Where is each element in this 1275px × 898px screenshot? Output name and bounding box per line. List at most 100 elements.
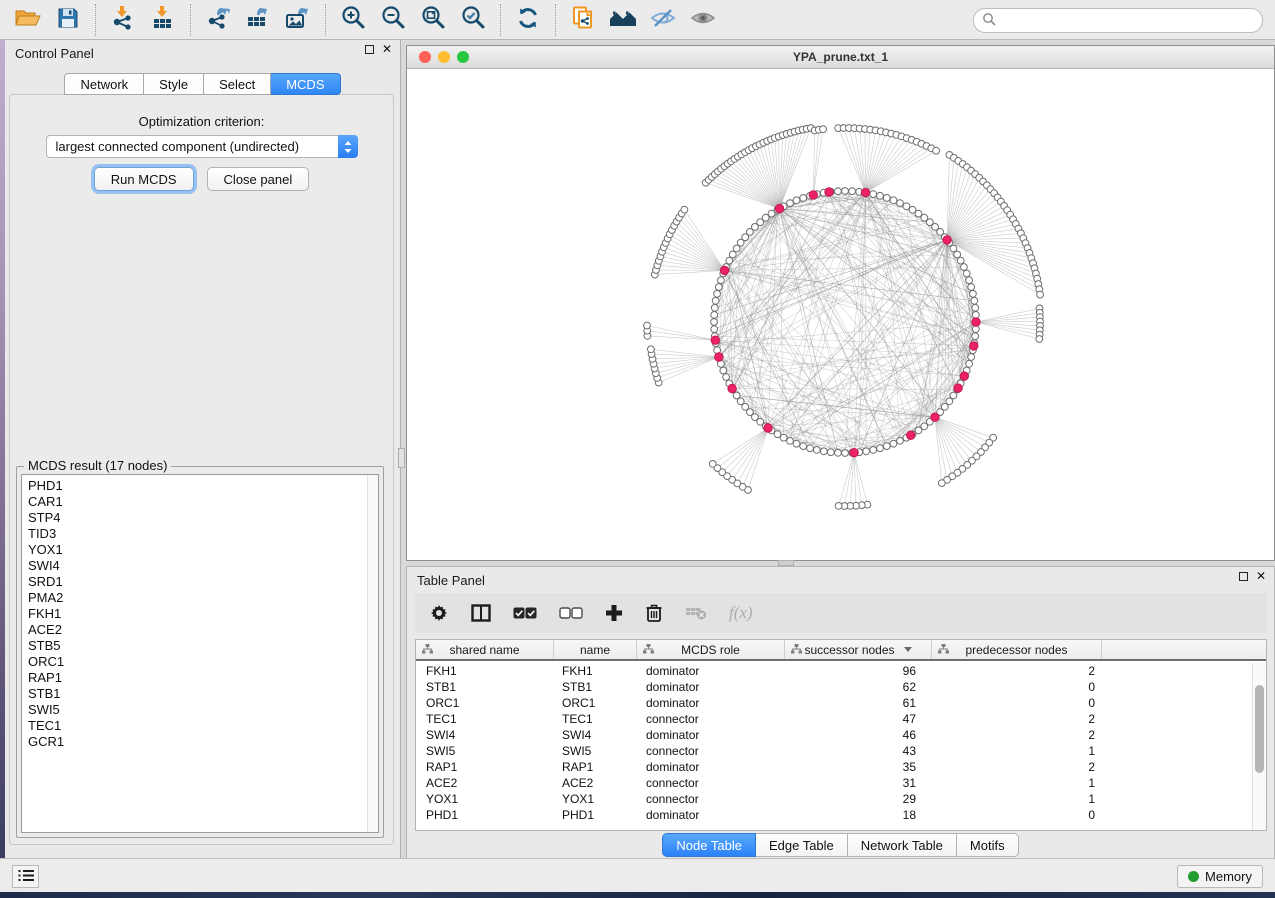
- settings-gear-icon[interactable]: [429, 603, 449, 623]
- column-header-successor-nodes[interactable]: successor nodes: [785, 640, 932, 659]
- scrollbar-thumb[interactable]: [1255, 685, 1264, 773]
- mcds-result-item[interactable]: PHD1: [28, 478, 378, 494]
- memory-button[interactable]: Memory: [1177, 865, 1263, 888]
- save-button[interactable]: [50, 3, 86, 37]
- table-row[interactable]: ACE2 ACE2 connector 31 1: [416, 775, 1252, 791]
- mcds-list-scrollbar[interactable]: [367, 475, 378, 832]
- table-row[interactable]: TEC1 TEC1 connector 47 2: [416, 711, 1252, 727]
- export-table-icon: [245, 5, 271, 34]
- status-bar: Memory: [0, 858, 1275, 892]
- table-panel: Table Panel ✕ f(x) shared name name MCDS…: [406, 566, 1275, 858]
- close-panel-icon[interactable]: ✕: [382, 45, 392, 54]
- show-all-button[interactable]: [685, 3, 721, 37]
- mcds-result-list[interactable]: PHD1CAR1STP4TID3YOX1SWI4SRD1PMA2FKH1ACE2…: [21, 474, 379, 833]
- task-history-button[interactable]: [12, 865, 39, 888]
- network-window-titlebar[interactable]: YPA_prune.txt_1: [407, 46, 1274, 69]
- mcds-result-item[interactable]: GCR1: [28, 734, 378, 750]
- zoom-fit-button[interactable]: [415, 3, 451, 37]
- mcds-result-item[interactable]: SWI4: [28, 558, 378, 574]
- clone-network-button[interactable]: [565, 3, 601, 37]
- window-close-icon[interactable]: [419, 51, 431, 63]
- sort-descending-icon: [904, 647, 912, 652]
- tab-motifs[interactable]: Motifs: [957, 833, 1019, 857]
- tab-mcds[interactable]: MCDS: [271, 73, 340, 95]
- control-panel-titlebar: Control Panel ✕: [5, 40, 400, 66]
- mcds-result-item[interactable]: STB1: [28, 686, 378, 702]
- tab-node-table[interactable]: Node Table: [662, 833, 756, 857]
- import-network-button[interactable]: [105, 3, 141, 37]
- open-file-button[interactable]: [10, 3, 46, 37]
- search-input[interactable]: [997, 14, 1262, 28]
- tab-network[interactable]: Network: [64, 73, 144, 95]
- table-row[interactable]: RAP1 RAP1 dominator 35 2: [416, 759, 1252, 775]
- mcds-result-item[interactable]: RAP1: [28, 670, 378, 686]
- deselect-all-checkboxes-icon[interactable]: [559, 607, 583, 619]
- export-image-button[interactable]: [280, 3, 316, 37]
- export-network-icon: [205, 5, 231, 34]
- toolbar-separator: [190, 4, 191, 36]
- column-header-name[interactable]: name: [554, 640, 637, 659]
- close-panel-icon[interactable]: ✕: [1256, 572, 1266, 581]
- optimization-criterion-select[interactable]: largest connected component (undirected): [46, 135, 358, 158]
- mcds-result-item[interactable]: FKH1: [28, 606, 378, 622]
- mcds-result-item[interactable]: TID3: [28, 526, 378, 542]
- export-table-button[interactable]: [240, 3, 276, 37]
- mcds-result-item[interactable]: STP4: [28, 510, 378, 526]
- zoom-out-button[interactable]: [375, 3, 411, 37]
- table-row[interactable]: PHD1 PHD1 dominator 18 0: [416, 807, 1252, 823]
- vertical-splitter-handle[interactable]: [398, 448, 405, 468]
- sitemap-icon: [422, 643, 433, 657]
- select-all-checkboxes-icon[interactable]: [513, 607, 537, 619]
- memory-label: Memory: [1205, 869, 1252, 884]
- import-table-icon: [150, 5, 176, 34]
- tab-network-table[interactable]: Network Table: [848, 833, 957, 857]
- network-view-window: YPA_prune.txt_1: [406, 45, 1275, 561]
- column-header-mcds-role[interactable]: MCDS role: [637, 640, 785, 659]
- tab-select[interactable]: Select: [204, 73, 271, 95]
- float-panel-icon[interactable]: [365, 45, 374, 54]
- network-canvas[interactable]: [407, 69, 1274, 560]
- refresh-button[interactable]: [510, 3, 546, 37]
- table-row[interactable]: SWI5 SWI5 connector 43 1: [416, 743, 1252, 759]
- tab-style[interactable]: Style: [144, 73, 204, 95]
- hide-selected-button[interactable]: [645, 3, 681, 37]
- window-minimize-icon[interactable]: [438, 51, 450, 63]
- first-neighbors-button[interactable]: [605, 3, 641, 37]
- show-all-icon: [689, 6, 717, 33]
- delete-column-icon[interactable]: [645, 603, 663, 623]
- close-panel-button[interactable]: Close panel: [207, 167, 310, 191]
- column-header-shared-name[interactable]: shared name: [416, 640, 554, 659]
- mcds-result-item[interactable]: SWI5: [28, 702, 378, 718]
- mcds-result-item[interactable]: SRD1: [28, 574, 378, 590]
- mcds-result-item[interactable]: CAR1: [28, 494, 378, 510]
- table-row[interactable]: SWI4 SWI4 dominator 46 2: [416, 727, 1252, 743]
- split-panel-icon[interactable]: [471, 604, 491, 622]
- search-icon: [982, 12, 997, 30]
- sitemap-icon: [643, 643, 654, 657]
- window-maximize-icon[interactable]: [457, 51, 469, 63]
- zoom-in-button[interactable]: [335, 3, 371, 37]
- zoom-selected-button[interactable]: [455, 3, 491, 37]
- float-panel-icon[interactable]: [1239, 572, 1248, 581]
- mcds-result-item[interactable]: ORC1: [28, 654, 378, 670]
- sitemap-icon: [938, 643, 949, 657]
- mcds-result-item[interactable]: YOX1: [28, 542, 378, 558]
- tab-edge-table[interactable]: Edge Table: [756, 833, 848, 857]
- mcds-result-item[interactable]: STB5: [28, 638, 378, 654]
- table-scrollbar[interactable]: [1252, 663, 1266, 830]
- run-mcds-button[interactable]: Run MCDS: [94, 167, 194, 191]
- table-row[interactable]: YOX1 YOX1 connector 29 1: [416, 791, 1252, 807]
- mcds-result-item[interactable]: PMA2: [28, 590, 378, 606]
- export-network-button[interactable]: [200, 3, 236, 37]
- table-row[interactable]: FKH1 FKH1 dominator 96 2: [416, 663, 1252, 679]
- table-row[interactable]: STB1 STB1 dominator 62 0: [416, 679, 1252, 695]
- import-table-button[interactable]: [145, 3, 181, 37]
- table-row[interactable]: ORC1 ORC1 dominator 61 0: [416, 695, 1252, 711]
- table-panel-titlebar: Table Panel ✕: [407, 567, 1274, 593]
- mcds-result-title: MCDS result (17 nodes): [24, 458, 171, 473]
- search-box[interactable]: [973, 8, 1263, 33]
- column-header-predecessor-nodes[interactable]: predecessor nodes: [932, 640, 1102, 659]
- add-column-icon[interactable]: [605, 604, 623, 622]
- mcds-result-item[interactable]: TEC1: [28, 718, 378, 734]
- mcds-result-item[interactable]: ACE2: [28, 622, 378, 638]
